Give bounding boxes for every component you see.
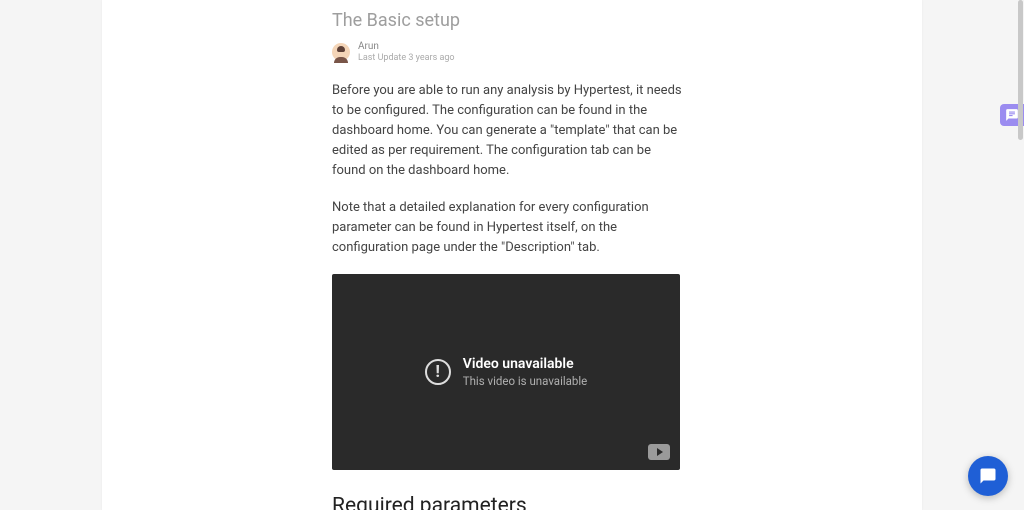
scrollbar-thumb[interactable] [1018,0,1023,140]
youtube-icon[interactable] [648,444,670,460]
video-text: Video unavailable This video is unavaila… [463,356,588,388]
author-name: Arun [358,41,455,53]
author-row: Arun Last Update 3 years ago [332,41,682,63]
page-title: The Basic setup [332,10,682,31]
video-unavailable-title: Video unavailable [463,356,588,372]
chat-lines-icon [1005,108,1019,122]
video-embed[interactable]: ! Video unavailable This video is unavai… [332,274,680,470]
author-meta: Arun Last Update 3 years ago [358,41,455,63]
last-update: Last Update 3 years ago [358,53,455,63]
intro-paragraph-1: Before you are able to run any analysis … [332,81,682,182]
article-card: The Basic setup Arun Last Update 3 years… [102,0,922,510]
chat-bubble-icon [979,467,997,485]
article-content: The Basic setup Arun Last Update 3 years… [332,10,682,510]
warning-icon: ! [425,359,451,385]
intro-paragraph-2: Note that a detailed explanation for eve… [332,198,682,258]
scrollbar-track[interactable] [1018,0,1023,510]
chat-launcher-button[interactable] [968,456,1008,496]
video-unavailable-subtitle: This video is unavailable [463,374,588,388]
section-heading-required-params: Required parameters [332,494,682,510]
author-avatar [332,43,350,61]
